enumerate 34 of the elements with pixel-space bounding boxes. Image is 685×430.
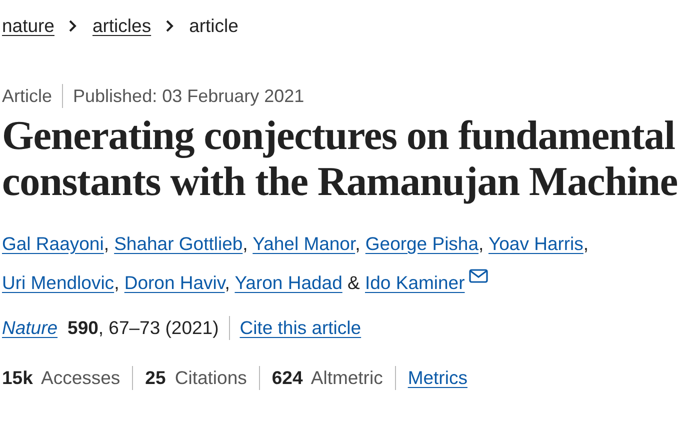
- comma: ,: [355, 233, 360, 254]
- author-link[interactable]: Ido Kaminer: [365, 272, 465, 293]
- author-link[interactable]: Gal Raayoni: [2, 233, 104, 254]
- author-link[interactable]: George Pisha: [365, 233, 479, 254]
- author-link[interactable]: Shahar Gottlieb: [114, 233, 243, 254]
- author-link[interactable]: Yoav Harris: [488, 233, 584, 254]
- author-link[interactable]: Uri Mendlovic: [2, 272, 114, 293]
- ampersand: &: [348, 272, 360, 293]
- metrics-link[interactable]: Metrics: [408, 367, 468, 389]
- mail-icon[interactable]: [468, 269, 488, 283]
- article-type: Article: [2, 86, 52, 106]
- article-title: Generating conjectures on fundamental constants with the Ramanujan Machine: [2, 112, 678, 204]
- chevron-icon: [68, 20, 78, 32]
- breadcrumb-link[interactable]: articles: [92, 15, 152, 37]
- comma: ,: [478, 233, 484, 254]
- metric-stat: 25 Citations: [145, 367, 247, 389]
- publish-date: Published: 03 February 2021: [73, 86, 304, 106]
- comma: ,: [104, 233, 109, 254]
- author-link[interactable]: Yahel Manor: [252, 233, 356, 254]
- breadcrumb-current: article: [189, 15, 238, 37]
- comma: ,: [224, 272, 230, 293]
- comma: ,: [242, 233, 248, 254]
- breadcrumb-link[interactable]: nature: [2, 15, 54, 37]
- metric-stat: 15k Accesses: [2, 367, 120, 389]
- cite-link[interactable]: Cite this article: [240, 317, 362, 339]
- comma: ,: [583, 233, 589, 254]
- volume: 590: [68, 317, 98, 339]
- metric-stat: 624 Altmetric: [272, 367, 383, 389]
- author-link[interactable]: Yaron Hadad: [234, 272, 342, 293]
- pages: , 67–73 (2021): [98, 317, 219, 339]
- author-link[interactable]: Doron Haviv: [124, 272, 225, 293]
- journal-link[interactable]: Nature: [2, 317, 58, 339]
- chevron-icon: [165, 20, 176, 32]
- comma: ,: [114, 272, 120, 293]
